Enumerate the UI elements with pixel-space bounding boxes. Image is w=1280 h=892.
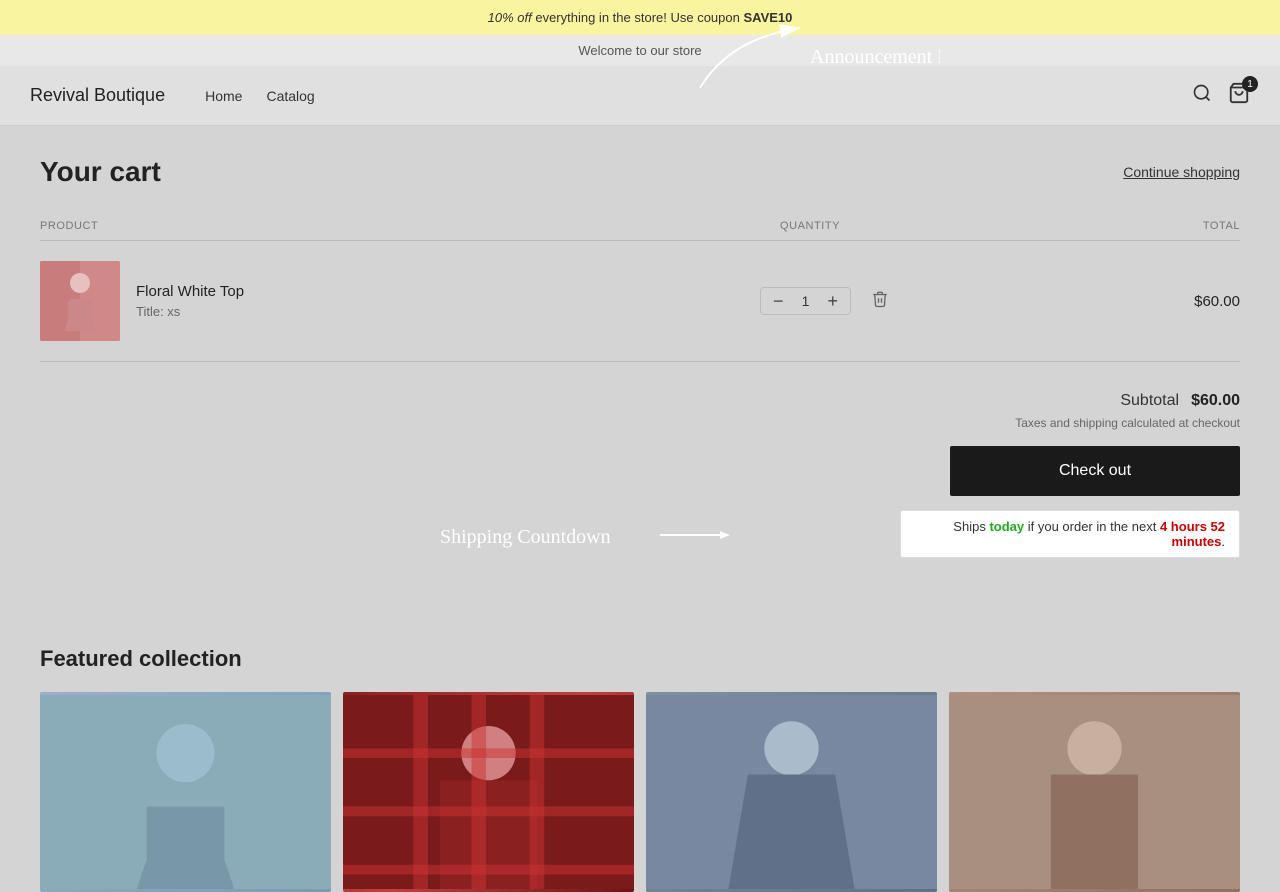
today-word: today: [989, 519, 1024, 534]
continue-shopping-button[interactable]: Continue shopping: [1123, 164, 1240, 180]
shipping-countdown-wrapper: Ships today if you order in the next 4 h…: [40, 510, 1240, 558]
shipping-countdown-box: Ships today if you order in the next 4 h…: [900, 510, 1240, 558]
total-column-header: Total: [1120, 212, 1240, 241]
quantity-decrease-button[interactable]: −: [769, 292, 788, 310]
subtotal-section: Subtotal $60.00 Taxes and shipping calcu…: [40, 392, 1240, 558]
nav-catalog[interactable]: Catalog: [266, 88, 314, 104]
nav-home[interactable]: Home: [205, 88, 242, 104]
ships-prefix: Ships: [953, 519, 989, 534]
product-column-header: Product: [40, 212, 760, 241]
cart-badge: 1: [1242, 76, 1258, 92]
main-nav: Home Catalog: [205, 88, 315, 104]
featured-item-1[interactable]: [40, 692, 331, 892]
tax-note: Taxes and shipping calculated at checkou…: [40, 416, 1240, 430]
cart-title: Your cart: [40, 156, 161, 188]
table-row: Floral White Top Title: xs − 1 +: [40, 241, 1240, 362]
product-cell: Floral White Top Title: xs: [40, 261, 760, 341]
cart-header-row: Your cart Continue shopping: [40, 156, 1240, 188]
quantity-control: − 1 +: [760, 287, 851, 315]
featured-item-2[interactable]: [343, 692, 634, 892]
main-content: Your cart Continue shopping Product Quan…: [0, 126, 1280, 626]
welcome-bar: Welcome to our store: [0, 35, 1280, 66]
quantity-increase-button[interactable]: +: [824, 292, 843, 310]
discount-text: 10% off: [488, 10, 532, 25]
brand-name: Revival Boutique: [30, 85, 165, 106]
featured-title: Featured collection: [40, 646, 1240, 672]
featured-item-4[interactable]: [949, 692, 1240, 892]
ships-suffix: .: [1221, 534, 1225, 549]
subtotal-row: Subtotal $60.00: [40, 392, 1240, 410]
announcement-text-italic: 10% off: [488, 10, 532, 25]
cart-table: Product Quantity Total: [40, 212, 1240, 362]
coupon-code: SAVE10: [743, 10, 792, 25]
item-price: $60.00: [1120, 241, 1240, 362]
welcome-text: Welcome to our store: [578, 43, 701, 58]
quantity-value: 1: [796, 293, 816, 309]
search-button[interactable]: [1192, 83, 1212, 108]
featured-grid: [40, 692, 1240, 892]
quantity-cell: − 1 +: [760, 287, 1120, 315]
quantity-column-header: Quantity: [760, 212, 1120, 241]
countdown-time: 4 hours 52 minutes: [1160, 519, 1225, 549]
cart-button[interactable]: 1: [1228, 82, 1250, 109]
product-name: Floral White Top: [136, 283, 244, 300]
product-variant: Title: xs: [136, 304, 244, 319]
subtotal-label: Subtotal: [1120, 392, 1179, 410]
ships-middle: if you order in the next: [1024, 519, 1160, 534]
delete-item-button[interactable]: [871, 290, 889, 313]
subtotal-amount: $60.00: [1191, 392, 1240, 410]
header: Revival Boutique Home Catalog 1: [0, 66, 1280, 126]
header-icons: 1: [1192, 82, 1250, 109]
product-info: Floral White Top Title: xs: [136, 283, 244, 319]
product-image: [40, 261, 120, 341]
announcement-middle-text: everything in the store! Use coupon: [535, 10, 743, 25]
checkout-button[interactable]: Check out: [950, 446, 1240, 496]
announcement-bar: 10% off everything in the store! Use cou…: [0, 0, 1280, 35]
featured-item-3[interactable]: [646, 692, 937, 892]
featured-section: Featured collection: [0, 626, 1280, 892]
